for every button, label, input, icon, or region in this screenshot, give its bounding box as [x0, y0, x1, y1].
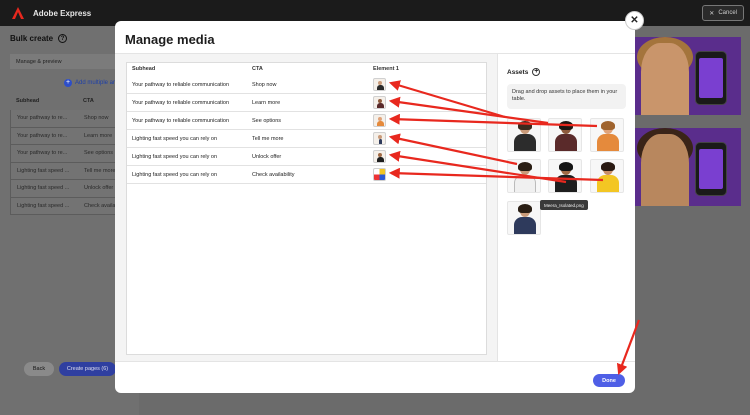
preview-person-body: [641, 134, 689, 206]
media-cell-thumbnail[interactable]: [373, 132, 386, 145]
table-row[interactable]: Lighting fast speed you can rely on Tell…: [127, 130, 486, 148]
cell-cta: Shop now: [252, 82, 277, 88]
table-row[interactable]: Your pathway to reliable communication S…: [127, 112, 486, 130]
media-cell-thumbnail[interactable]: [373, 96, 386, 109]
asset-thumbnail[interactable]: [590, 118, 624, 152]
table-row[interactable]: Your pathway to reliable communication L…: [127, 94, 486, 112]
add-multiple-button[interactable]: + Add multiple ar: [64, 79, 115, 87]
cell-subhead: Lighting fast speed ...: [17, 167, 70, 174]
asset-thumbnail[interactable]: [548, 159, 582, 193]
cell-subhead: Lighting fast speed you can rely on: [132, 154, 218, 160]
bulk-create-title: Bulk create ?: [10, 34, 68, 43]
cell-cta: See options: [252, 118, 282, 124]
phone-icon: [695, 142, 727, 196]
asset-thumbnail[interactable]: [507, 201, 541, 235]
table-row[interactable]: Your pathway to reliable communication S…: [127, 76, 486, 94]
help-icon[interactable]: ?: [58, 34, 68, 43]
preview-card[interactable]: [633, 37, 741, 115]
assets-title: Assets: [507, 68, 529, 76]
table-row[interactable]: Lighting fast speed you can rely on Chec…: [127, 166, 486, 184]
cell-subhead: Your pathway to re...: [17, 150, 68, 157]
asset-tooltip: Meera_Isolated.png: [540, 200, 588, 210]
done-button[interactable]: Done: [593, 374, 625, 387]
media-cell-thumbnail[interactable]: [373, 78, 386, 91]
asset-thumbnail[interactable]: [507, 159, 541, 193]
cell-cta: Unlock offer: [252, 154, 282, 160]
manage-media-dialog: Manage media Subhead CTA Element 1 Your …: [115, 21, 635, 393]
cancel-button[interactable]: ✕ Cancel: [702, 5, 744, 21]
create-pages-button[interactable]: Create pages (6): [59, 362, 116, 376]
footer-divider: [115, 361, 635, 362]
column-header-cta: CTA: [252, 66, 263, 72]
column-header-subhead: Subhead: [16, 98, 40, 104]
cell-subhead: Lighting fast speed ...: [17, 202, 70, 209]
cell-subhead: Your pathway to reliable communication: [132, 118, 230, 124]
close-dialog-button[interactable]: ✕: [625, 11, 644, 30]
cell-subhead: Your pathway to reliable communication: [132, 82, 230, 88]
dialog-title: Manage media: [125, 32, 215, 47]
cell-cta: Check availability: [252, 172, 295, 178]
media-cell-thumbnail[interactable]: [373, 168, 386, 181]
plus-icon: +: [64, 79, 72, 87]
asset-thumbnail[interactable]: [590, 159, 624, 193]
media-table-header: Subhead CTA Element 1: [131, 64, 485, 76]
cell-cta: Tell me more: [252, 136, 284, 142]
cell-subhead: Your pathway to re...: [17, 115, 68, 122]
cell-cta: Learn more: [252, 100, 281, 106]
asset-thumbnail[interactable]: [548, 118, 582, 152]
bulk-create-heading: Bulk create: [10, 34, 54, 43]
tab-manage-preview[interactable]: Manage & preview: [10, 54, 130, 69]
media-cell-thumbnail[interactable]: [373, 114, 386, 127]
close-icon: ✕: [630, 15, 639, 26]
cell-subhead: Your pathway to reliable communication: [132, 100, 230, 106]
column-header-element-1: Element 1: [373, 66, 399, 72]
back-button[interactable]: Back: [24, 362, 54, 376]
cell-subhead: Lighting fast speed you can rely on: [132, 172, 218, 178]
table-row[interactable]: Lighting fast speed you can rely on Unlo…: [127, 148, 486, 166]
adobe-logo-icon: [12, 7, 24, 19]
assets-header: Assets +: [507, 68, 541, 76]
app-title: Adobe Express: [33, 8, 92, 18]
drop-hint: Drag and drop assets to place them in yo…: [507, 84, 626, 109]
cancel-label: Cancel: [718, 10, 737, 16]
add-asset-icon[interactable]: +: [532, 68, 541, 76]
asset-thumbnail[interactable]: [507, 118, 541, 152]
cell-subhead: Lighting fast speed ...: [17, 185, 70, 192]
phone-icon: [695, 51, 727, 105]
column-header-subhead: Subhead: [132, 66, 156, 72]
add-multiple-label: Add multiple ar: [75, 80, 116, 86]
preview-card[interactable]: [633, 128, 741, 206]
cell-subhead: Lighting fast speed you can rely on: [132, 136, 218, 142]
media-cell-thumbnail[interactable]: [373, 150, 386, 163]
cell-subhead: Your pathway to re...: [17, 132, 68, 139]
close-icon: ✕: [709, 10, 715, 17]
preview-person-body: [641, 43, 689, 115]
